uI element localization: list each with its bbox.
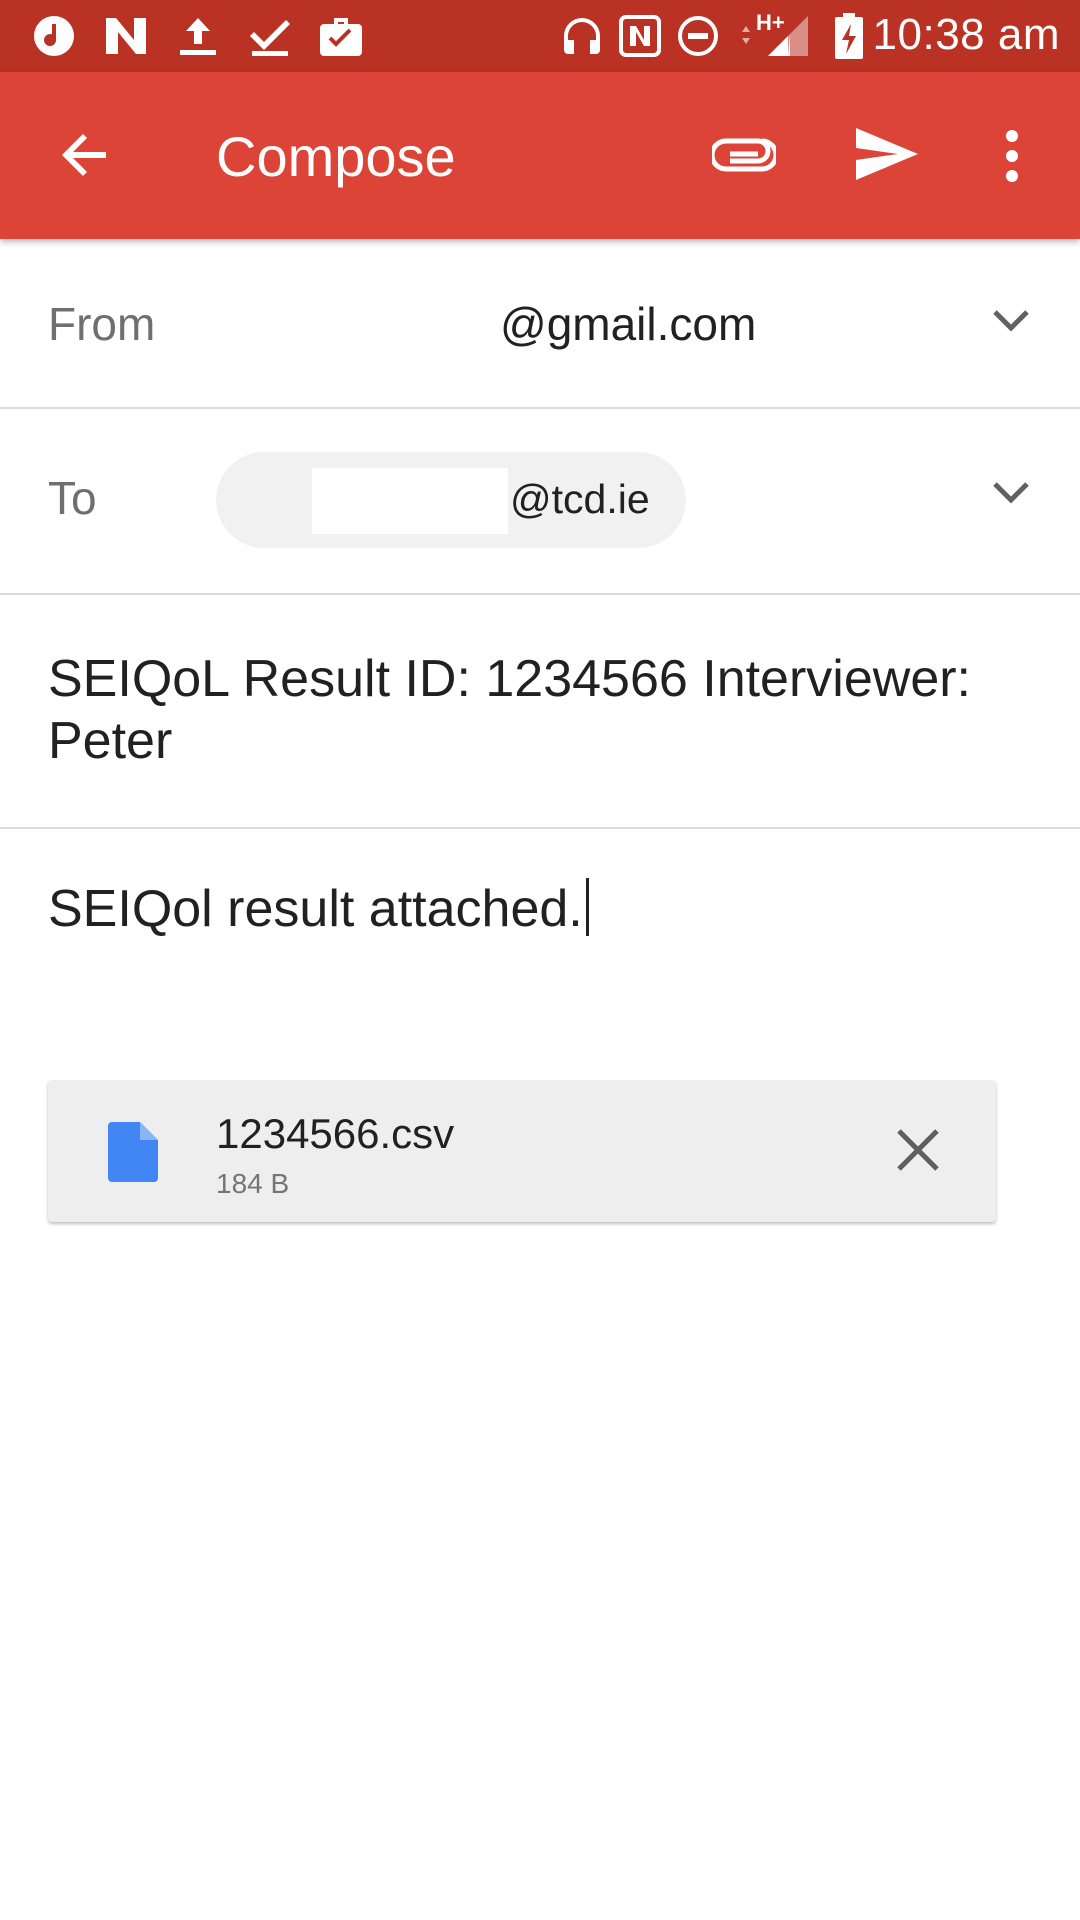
from-account-select[interactable]: @gmail.com xyxy=(500,297,756,351)
upload-icon xyxy=(180,18,216,55)
more-options-button[interactable] xyxy=(1000,130,1024,182)
file-icon xyxy=(108,1122,158,1182)
nfc-icon xyxy=(619,15,661,57)
body-text: SEIQol result attached. xyxy=(48,880,583,938)
download-done-icon xyxy=(250,20,290,56)
do-not-disturb-icon xyxy=(678,16,718,56)
chevron-down-icon xyxy=(993,482,1029,504)
subject-field[interactable]: SEIQoL Result ID: 1234566 Interviewer: P… xyxy=(48,648,1048,772)
status-time: 10:38 am xyxy=(872,10,1060,59)
n-logo-icon xyxy=(106,18,146,54)
back-arrow-icon xyxy=(62,134,106,176)
attachment-card[interactable]: 1234566.csv 184 B xyxy=(48,1080,996,1222)
remove-attachment-button[interactable] xyxy=(896,1128,940,1172)
music-note-icon xyxy=(34,16,74,56)
paperclip-icon xyxy=(712,138,776,172)
attachment-filename: 1234566.csv xyxy=(216,1110,455,1157)
more-vert-icon xyxy=(1006,130,1018,182)
network-type-label: H+ xyxy=(756,10,785,35)
redacted-region xyxy=(312,468,508,534)
chevron-down-icon xyxy=(993,310,1029,332)
send-icon xyxy=(856,128,918,180)
attach-button[interactable] xyxy=(712,134,776,174)
to-label: To xyxy=(48,472,97,524)
headphones-icon xyxy=(564,18,600,54)
attachment-size: 184 B xyxy=(216,1168,290,1199)
back-button[interactable] xyxy=(56,130,110,180)
recipient-chip-text: @tcd.ie xyxy=(510,476,650,522)
page-title: Compose xyxy=(216,125,456,188)
send-button[interactable] xyxy=(854,126,920,182)
app-bar: Compose xyxy=(0,72,1080,239)
from-row: From @gmail.com xyxy=(0,239,1080,409)
body-field[interactable]: SEIQol result attached. xyxy=(48,878,589,939)
status-bar: H+ 10:38 am xyxy=(0,0,1080,72)
from-label: From xyxy=(48,298,156,350)
briefcase-check-icon xyxy=(320,18,362,56)
text-cursor xyxy=(585,878,589,936)
from-dropdown-button[interactable] xyxy=(992,309,1030,333)
to-dropdown-button[interactable] xyxy=(992,481,1030,505)
recipient-chip[interactable]: @tcd.ie xyxy=(216,452,686,548)
close-icon xyxy=(897,1129,939,1171)
battery-charging-icon xyxy=(835,13,863,59)
